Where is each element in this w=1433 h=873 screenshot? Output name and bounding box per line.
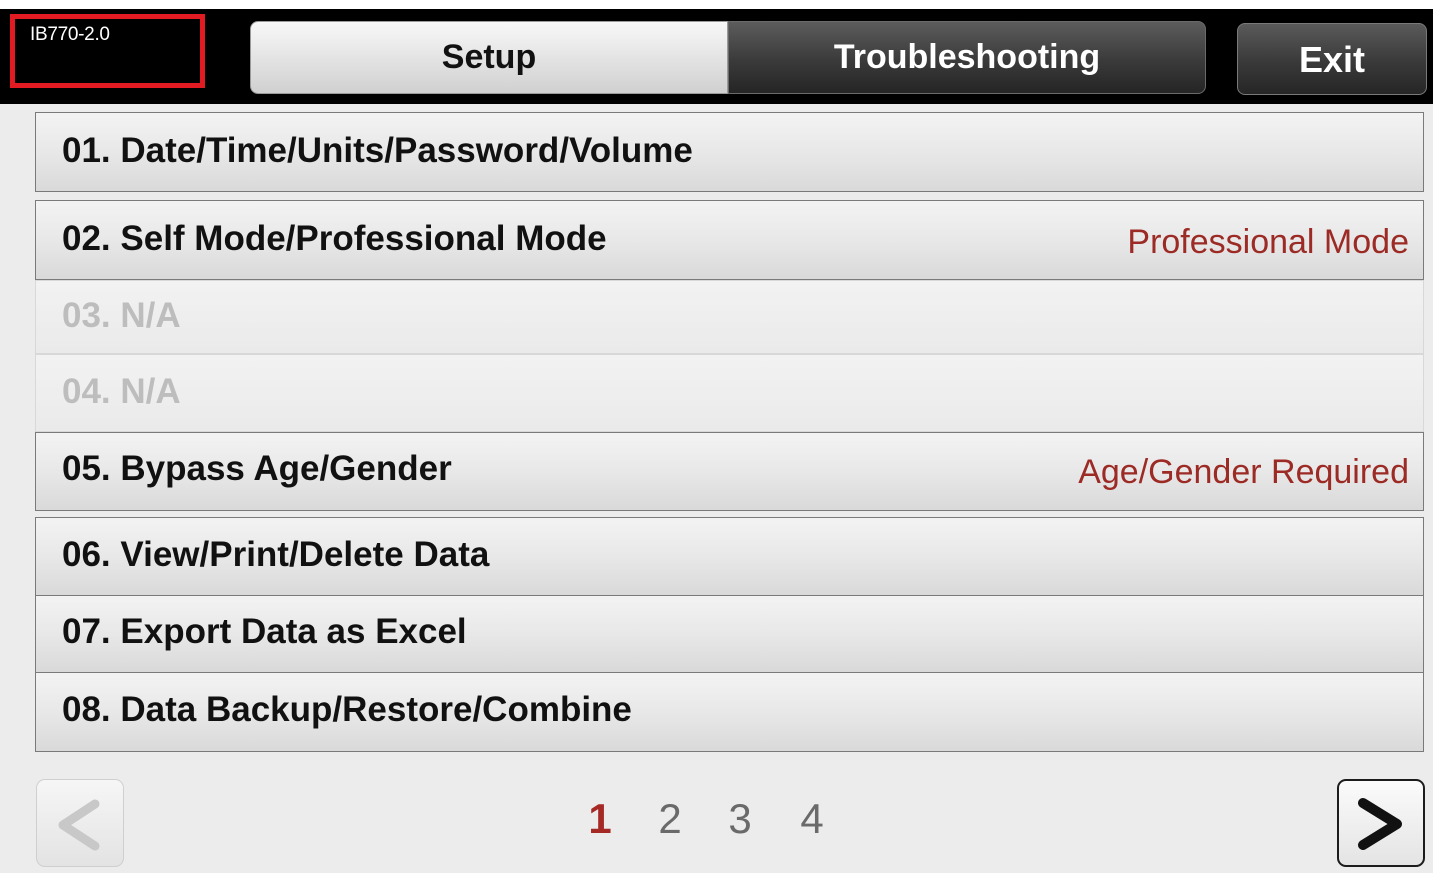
- menu-item-label: 07. Export Data as Excel: [62, 612, 467, 651]
- menu-item-label: 04. N/A: [62, 372, 181, 411]
- page-4[interactable]: 4: [797, 795, 827, 843]
- menu-item-self-professional-mode[interactable]: 02. Self Mode/Professional Mode Professi…: [35, 200, 1424, 280]
- tab-troubleshooting[interactable]: Troubleshooting: [728, 21, 1206, 94]
- next-page-button[interactable]: [1337, 779, 1425, 867]
- pagination: 1 2 3 4: [585, 795, 835, 845]
- chevron-left-icon: [58, 799, 100, 851]
- menu-item-bypass-age-gender[interactable]: 05. Bypass Age/Gender Age/Gender Require…: [35, 432, 1424, 511]
- age-gender-status-value: Age/Gender Required: [1078, 453, 1409, 491]
- menu-item-export-excel[interactable]: 07. Export Data as Excel: [35, 595, 1424, 673]
- menu-item-label: 03. N/A: [62, 296, 181, 335]
- menu-item-backup-restore[interactable]: 08. Data Backup/Restore/Combine: [35, 672, 1424, 752]
- menu-item-date-time-units[interactable]: 01. Date/Time/Units/Password/Volume: [35, 112, 1424, 192]
- menu-item-na-04: 04. N/A: [35, 354, 1424, 432]
- exit-button[interactable]: Exit: [1237, 23, 1427, 95]
- page-3[interactable]: 3: [725, 795, 755, 843]
- previous-page-button[interactable]: [36, 779, 124, 867]
- menu-item-label: 05. Bypass Age/Gender: [62, 449, 452, 488]
- menu-item-label: 02. Self Mode/Professional Mode: [62, 219, 607, 258]
- menu-item-label: 01. Date/Time/Units/Password/Volume: [62, 131, 693, 170]
- top-strip: [0, 0, 1433, 9]
- tab-setup[interactable]: Setup: [250, 21, 728, 94]
- mode-status-value: Professional Mode: [1127, 223, 1409, 261]
- menu-item-label: 08. Data Backup/Restore/Combine: [62, 690, 632, 729]
- menu-item-na-03: 03. N/A: [35, 280, 1424, 354]
- page-2[interactable]: 2: [655, 795, 685, 843]
- menu-item-view-print-delete[interactable]: 06. View/Print/Delete Data: [35, 517, 1424, 596]
- menu-item-label: 06. View/Print/Delete Data: [62, 535, 490, 574]
- page-1[interactable]: 1: [585, 795, 615, 843]
- version-label: IB770-2.0: [10, 14, 205, 88]
- chevron-right-icon: [1358, 798, 1402, 850]
